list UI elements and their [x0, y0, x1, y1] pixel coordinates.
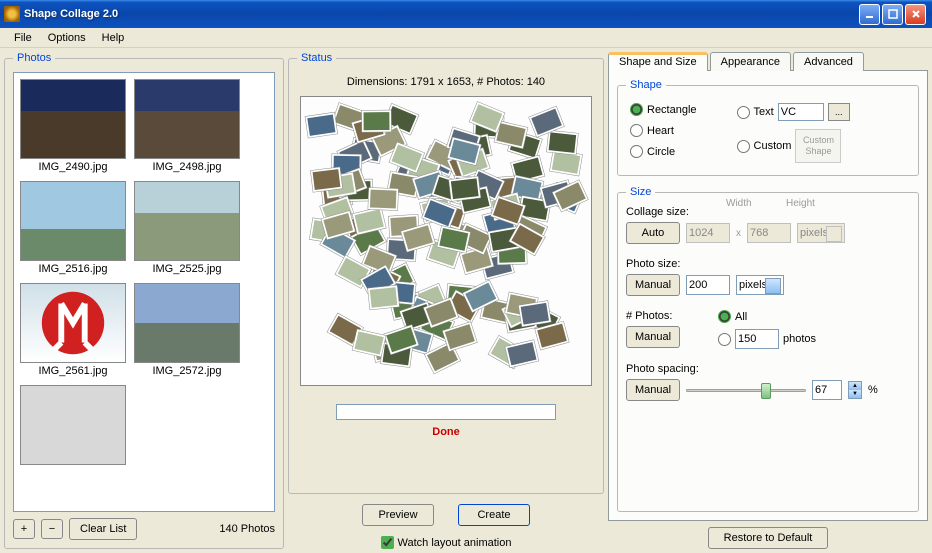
numphotos-label: # Photos: — [626, 310, 706, 322]
list-item[interactable]: IMG_2525.jpg — [134, 181, 240, 275]
photos-word: photos — [783, 333, 816, 345]
app-icon — [4, 6, 20, 22]
tab-advanced[interactable]: Advanced — [793, 52, 864, 71]
photos-list[interactable]: IMG_2490.jpg IMG_2498.jpg IMG_2516.jpg I… — [13, 72, 275, 512]
list-item[interactable]: IMG_2561.jpg — [20, 283, 126, 377]
shape-circle-radio[interactable] — [630, 145, 643, 158]
list-item[interactable]: IMG_2498.jpg — [134, 79, 240, 173]
thumbnail — [20, 79, 126, 159]
photo-size-mode-button[interactable]: Manual — [626, 274, 680, 296]
photos-count: 140 Photos — [219, 523, 275, 535]
shape-heart-radio[interactable] — [630, 124, 643, 137]
list-item[interactable]: IMG_2490.jpg — [20, 79, 126, 173]
shape-text-browse-button[interactable]: ... — [828, 103, 850, 121]
tab-appearance[interactable]: Appearance — [710, 52, 791, 71]
thumb-label: IMG_2525.jpg — [134, 263, 240, 275]
close-button[interactable] — [905, 4, 926, 25]
thumb-label: IMG_2498.jpg — [134, 161, 240, 173]
shape-legend: Shape — [626, 79, 666, 91]
width-header: Width — [726, 198, 752, 209]
photos-legend: Photos — [13, 52, 55, 64]
list-item[interactable] — [20, 385, 126, 465]
spacing-input[interactable] — [812, 380, 842, 400]
spacing-slider[interactable] — [686, 380, 806, 400]
thumbnail — [20, 283, 126, 363]
shape-text-radio[interactable] — [737, 106, 750, 119]
spacing-mode-button[interactable]: Manual — [626, 379, 680, 401]
list-item[interactable]: IMG_2516.jpg — [20, 181, 126, 275]
thumbnail — [20, 181, 126, 261]
shape-heart-label: Heart — [647, 125, 674, 137]
status-legend: Status — [297, 52, 336, 64]
restore-default-button[interactable]: Restore to Default — [708, 527, 828, 549]
collage-size-label: Collage size: — [626, 206, 706, 218]
shape-circle-label: Circle — [647, 146, 675, 158]
shape-custom-radio[interactable] — [737, 140, 750, 153]
collage-unit-select: pixels — [797, 223, 845, 243]
status-done: Done — [432, 426, 460, 438]
percent-label: % — [868, 384, 878, 396]
height-header: Height — [786, 198, 815, 209]
custom-shape-box[interactable]: Custom Shape — [795, 129, 841, 163]
collage-width-input — [686, 223, 730, 243]
add-photo-button[interactable]: + — [13, 519, 35, 539]
menu-help[interactable]: Help — [94, 30, 133, 46]
menu-file[interactable]: File — [6, 30, 40, 46]
shape-group: Shape Rectangle Heart Circle Text ... — [617, 79, 919, 176]
shape-rectangle-label: Rectangle — [647, 104, 697, 116]
clear-list-button[interactable]: Clear List — [69, 518, 137, 540]
numphotos-mode-button[interactable]: Manual — [626, 326, 680, 348]
menubar: File Options Help — [0, 28, 932, 48]
photo-unit-select[interactable]: pixels — [736, 275, 784, 295]
size-group: Size Collage size: Width Height Auto x p… — [617, 186, 919, 512]
collage-height-input — [747, 223, 791, 243]
collage-preview — [300, 96, 592, 386]
numphotos-all-radio[interactable] — [718, 310, 731, 323]
titlebar: Shape Collage 2.0 — [0, 0, 932, 28]
chevron-down-icon: ▼ — [849, 390, 861, 398]
photo-size-input[interactable] — [686, 275, 730, 295]
x-label: x — [736, 228, 741, 239]
preview-button[interactable]: Preview — [362, 504, 434, 526]
tab-page-shape-size: Shape Rectangle Heart Circle Text ... — [608, 70, 928, 521]
status-panel: Status Dimensions: 1791 x 1653, # Photos… — [288, 52, 604, 494]
collage-size-mode-button[interactable]: Auto — [626, 222, 680, 244]
maximize-button[interactable] — [882, 4, 903, 25]
minimize-button[interactable] — [859, 4, 880, 25]
thumbnail — [134, 79, 240, 159]
size-legend: Size — [626, 186, 655, 198]
shape-text-label: Text — [754, 106, 774, 118]
tab-shape-size[interactable]: Shape and Size — [608, 52, 708, 71]
watch-animation-label: Watch layout animation — [398, 537, 512, 549]
thumb-label: IMG_2516.jpg — [20, 263, 126, 275]
menu-options[interactable]: Options — [40, 30, 94, 46]
spacing-label: Photo spacing: — [626, 363, 706, 375]
watch-animation-checkbox[interactable] — [381, 536, 394, 549]
thumbnail — [20, 385, 126, 465]
create-button[interactable]: Create — [458, 504, 530, 526]
list-item[interactable]: IMG_2572.jpg — [134, 283, 240, 377]
photos-panel: Photos IMG_2490.jpg IMG_2498.jpg IMG_251… — [4, 52, 284, 549]
thumb-label: IMG_2561.jpg — [20, 365, 126, 377]
dimensions-text: Dimensions: 1791 x 1653, # Photos: 140 — [347, 76, 545, 88]
progress-bar — [336, 404, 556, 420]
shape-rectangle-radio[interactable] — [630, 103, 643, 116]
numphotos-all-label: All — [735, 311, 747, 323]
chevron-up-icon: ▲ — [849, 382, 861, 390]
photo-size-label: Photo size: — [626, 258, 706, 270]
thumb-label: IMG_2572.jpg — [134, 365, 240, 377]
thumbnail — [134, 181, 240, 261]
thumbnail — [134, 283, 240, 363]
numphotos-count-radio[interactable] — [718, 333, 731, 346]
spacing-spinner[interactable]: ▲▼ — [848, 381, 862, 399]
tabs: Shape and Size Appearance Advanced — [608, 52, 928, 71]
remove-photo-button[interactable]: − — [41, 519, 63, 539]
numphotos-input[interactable] — [735, 329, 779, 349]
shape-text-input[interactable] — [778, 103, 824, 121]
window-title: Shape Collage 2.0 — [24, 8, 859, 20]
shape-custom-label: Custom — [754, 140, 792, 152]
thumb-label: IMG_2490.jpg — [20, 161, 126, 173]
